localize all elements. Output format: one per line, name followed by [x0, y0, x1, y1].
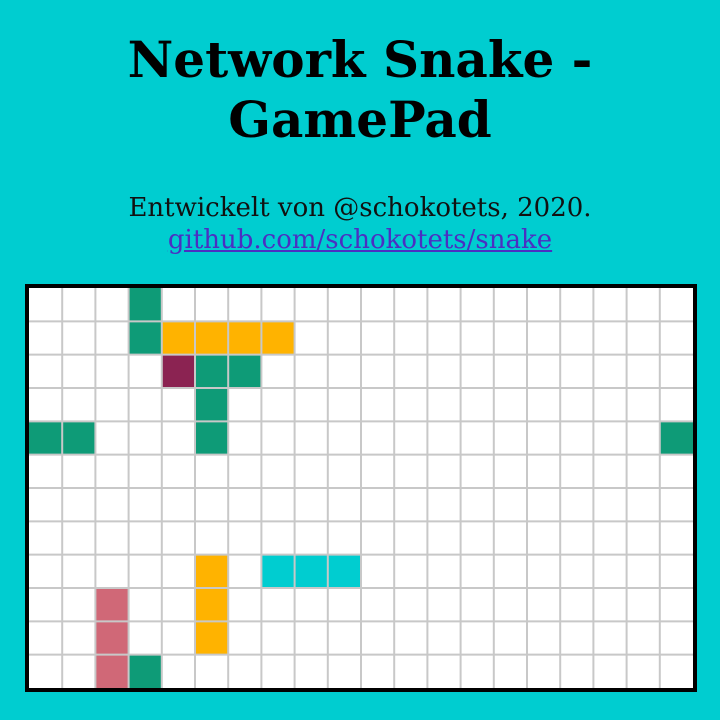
- snake-cell-green-c: [659, 421, 693, 455]
- snake-cell-cyan: [261, 554, 295, 588]
- snake-cell-green-a: [128, 321, 162, 355]
- title-line-2: GamePad: [228, 90, 492, 149]
- snake-cell-cyan: [294, 554, 328, 588]
- snake-cell-green-c: [29, 421, 63, 455]
- snake-cell-orange-a: [161, 321, 195, 355]
- snake-cell-green-b: [228, 354, 262, 388]
- snake-cell-cyan: [327, 554, 361, 588]
- github-link[interactable]: github.com/schokotets/snake: [168, 225, 552, 255]
- game-board[interactable]: [25, 284, 697, 692]
- snake-cell-orange-a: [261, 321, 295, 355]
- snake-cell-pink: [95, 621, 129, 655]
- snake-cell-green-c: [62, 421, 96, 455]
- snake-cell-orange-b: [195, 554, 229, 588]
- snake-cell-green-b: [195, 421, 229, 455]
- snake-cell-purple: [161, 354, 195, 388]
- snake-cell-green-d: [128, 654, 162, 688]
- snake-cell-orange-b: [195, 588, 229, 622]
- snake-cell-orange-a: [195, 321, 229, 355]
- game-grid[interactable]: [29, 288, 693, 688]
- snake-cell-orange-a: [228, 321, 262, 355]
- snake-cell-pink: [95, 654, 129, 688]
- credits: Entwickelt von @schokotets, 2020. github…: [0, 192, 720, 256]
- snake-cell-green-b: [195, 354, 229, 388]
- game-pad-page: Network Snake - GamePad Entwickelt von @…: [0, 0, 720, 720]
- page-title: Network Snake - GamePad: [0, 30, 720, 150]
- snake-cell-green-b: [195, 388, 229, 422]
- credits-text: Entwickelt von @schokotets, 2020.: [128, 193, 592, 223]
- snake-cell-green-a: [128, 288, 162, 322]
- snake-cell-orange-b: [195, 621, 229, 655]
- snake-cell-pink: [95, 588, 129, 622]
- title-line-1: Network Snake -: [127, 30, 593, 89]
